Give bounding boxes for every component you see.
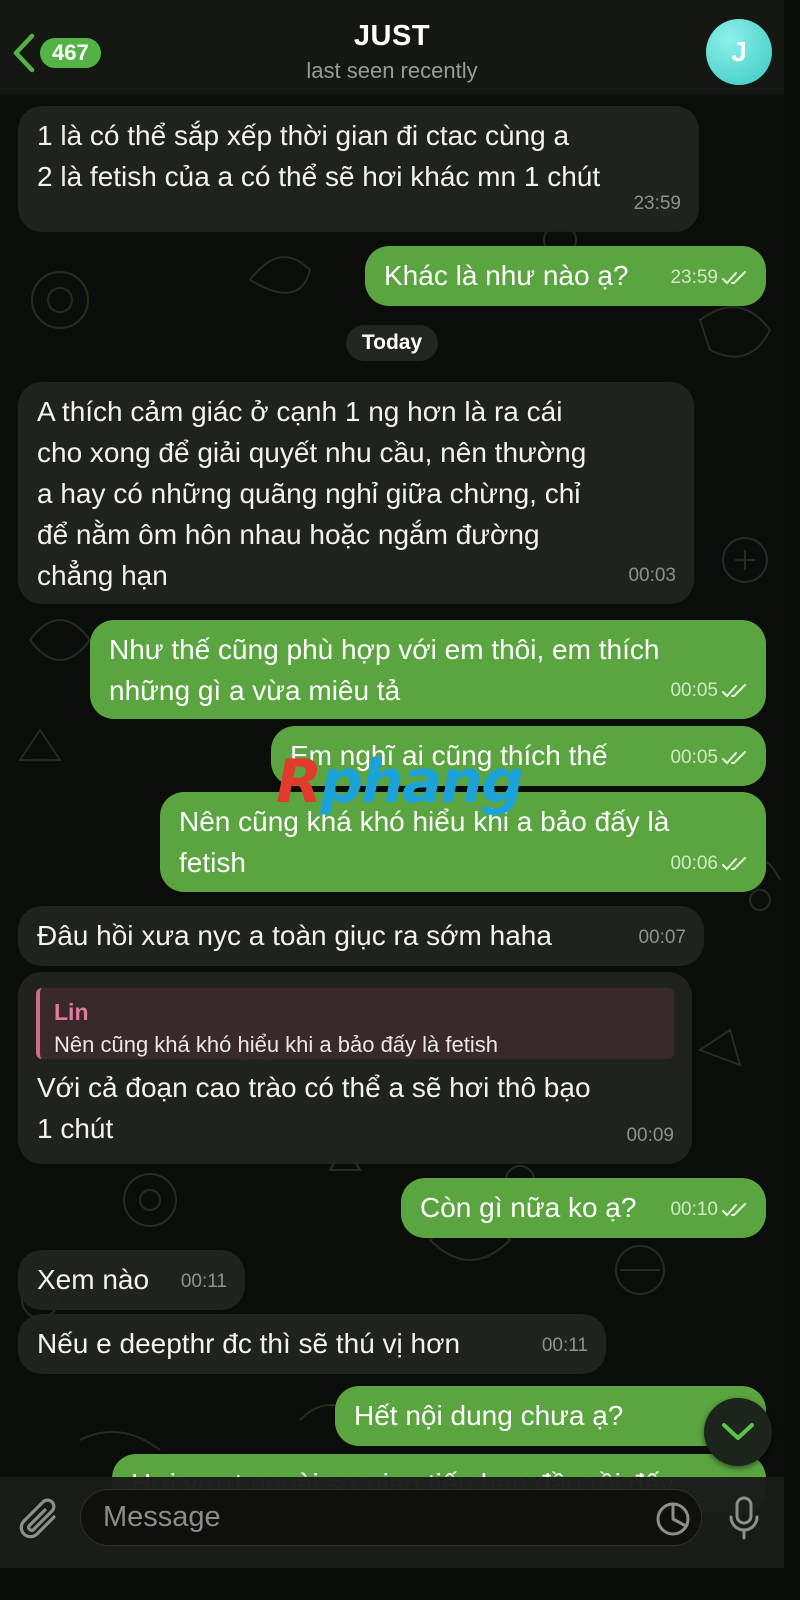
- message-time: 00:07: [638, 917, 686, 958]
- message-text-line: Hết nội dung chưa ạ?: [354, 1400, 624, 1431]
- message-time-text: 23:59: [633, 193, 681, 214]
- chat-status: last seen recently: [306, 58, 478, 83]
- chevron-down-icon: [722, 1423, 754, 1440]
- message-text-line: a hay có những quãng nghỉ giữa chừng, ch…: [37, 478, 581, 509]
- message-bubble[interactable]: Hết nội dung chưa ạ? 00:1: [335, 1386, 766, 1446]
- message-bubble[interactable]: A thích cảm giác ở cạnh 1 ng hơn là ra c…: [18, 382, 694, 604]
- message-time-text: 00:07: [638, 927, 686, 948]
- message-bubble[interactable]: Như thế cũng phù hợp với em thôi, em thí…: [90, 620, 766, 719]
- sticker-button[interactable]: [655, 1501, 691, 1542]
- message-text-line: A thích cảm giác ở cạnh 1 ng hơn là ra c…: [37, 396, 563, 427]
- message-time-text: 00:10: [670, 1199, 718, 1220]
- scroll-down-button[interactable]: [704, 1398, 772, 1466]
- message-text-line: 1 chút: [37, 1113, 114, 1144]
- message-time-text: 00:11: [180, 1271, 227, 1292]
- message-time: 00:11: [542, 1325, 588, 1366]
- message-bubble[interactable]: Khác là như nào ạ? 23:59: [365, 246, 766, 306]
- double-check-icon: [722, 270, 746, 284]
- message-text-line: Với cả đoạn cao trào có thể a sẽ hơi thô…: [37, 1072, 591, 1103]
- message-time-text: 23:59: [670, 267, 718, 288]
- message-input[interactable]: [81, 1490, 701, 1545]
- sticker-icon: [656, 1502, 690, 1536]
- message-text-line: 2 là fetish của a có thể sẽ hơi khác mn …: [37, 161, 601, 192]
- message-text-line: Như thế cũng phù hợp với em thôi, em thí…: [109, 634, 660, 665]
- message-bubble[interactable]: Lin Nên cũng khá khó hiểu khi a bảo đấy …: [18, 972, 692, 1164]
- message-text-line: để nằm ôm hôn nhau hoặc ngắm đường: [37, 519, 540, 550]
- message-time: 00:05: [670, 737, 748, 778]
- message-time: 00:11: [181, 1261, 227, 1302]
- watermark-logo: Rphang: [276, 752, 524, 812]
- message-input-wrapper: [80, 1489, 702, 1546]
- message-bubble[interactable]: 1 là có thể sắp xếp thời gian đi ctac cù…: [18, 106, 699, 232]
- chat-title[interactable]: JUST: [0, 20, 784, 53]
- message-text-line: Đâu hồi xưa nyc a toàn giục ra sớm haha: [37, 920, 552, 951]
- reply-text: Nên cũng khá khó hiểu khi a bảo đấy là f…: [54, 1032, 498, 1057]
- message-time: 00:06: [670, 843, 748, 884]
- voice-message-button[interactable]: [727, 1495, 761, 1546]
- attach-button[interactable]: [18, 1497, 62, 1548]
- double-check-icon: [722, 683, 746, 697]
- message-composer: [0, 1477, 784, 1568]
- message-time: 00:05: [670, 670, 748, 711]
- message-time-text: 00:05: [670, 747, 718, 768]
- message-bubble[interactable]: Xem nào 00:11: [18, 1250, 245, 1310]
- message-bubble[interactable]: Còn gì nữa ko ạ? 00:10: [401, 1178, 766, 1238]
- message-time: 00:09: [626, 1115, 674, 1156]
- double-check-icon: [722, 856, 746, 870]
- message-time-text: 00:06: [670, 853, 718, 874]
- double-check-icon: [722, 750, 746, 764]
- microphone-icon: [729, 1496, 759, 1540]
- chat-header: 467 JUST last seen recently J: [0, 0, 784, 95]
- reply-quote[interactable]: Lin Nên cũng khá khó hiểu khi a bảo đấy …: [36, 988, 674, 1059]
- message-bubble[interactable]: Nếu e deepthr đc thì sẽ thú vị hơn 00:11: [18, 1314, 606, 1374]
- message-time-text: 00:09: [626, 1125, 674, 1146]
- date-separator: Today: [346, 325, 438, 361]
- message-text-line: Nếu e deepthr đc thì sẽ thú vị hơn: [37, 1328, 461, 1359]
- message-text-line: 1 là có thể sắp xếp thời gian đi ctac cù…: [37, 120, 570, 151]
- message-text-line: cho xong để giải quyết nhu cầu, nên thườ…: [37, 437, 587, 468]
- avatar[interactable]: J: [706, 19, 772, 85]
- message-bubble[interactable]: Đâu hồi xưa nyc a toàn giục ra sớm haha …: [18, 906, 704, 966]
- double-check-icon: [722, 1202, 746, 1216]
- message-text-line: chẳng hạn: [37, 560, 168, 591]
- paperclip-icon: [19, 1498, 56, 1539]
- message-time: 00:10: [670, 1189, 748, 1230]
- message-time: 23:59: [670, 257, 748, 298]
- message-text-line: những gì a vừa miêu tả: [109, 675, 401, 706]
- message-time: 23:59: [633, 183, 681, 224]
- message-time-text: 00:03: [628, 565, 676, 586]
- watermark-letter: R: [276, 747, 322, 817]
- message-time-text: 00:11: [541, 1335, 588, 1356]
- avatar-initial: J: [731, 36, 747, 67]
- message-time-text: 00:05: [670, 680, 718, 701]
- watermark-text: phang: [320, 747, 524, 817]
- message-time: 00:03: [628, 555, 676, 596]
- message-text-line: fetish: [179, 847, 246, 878]
